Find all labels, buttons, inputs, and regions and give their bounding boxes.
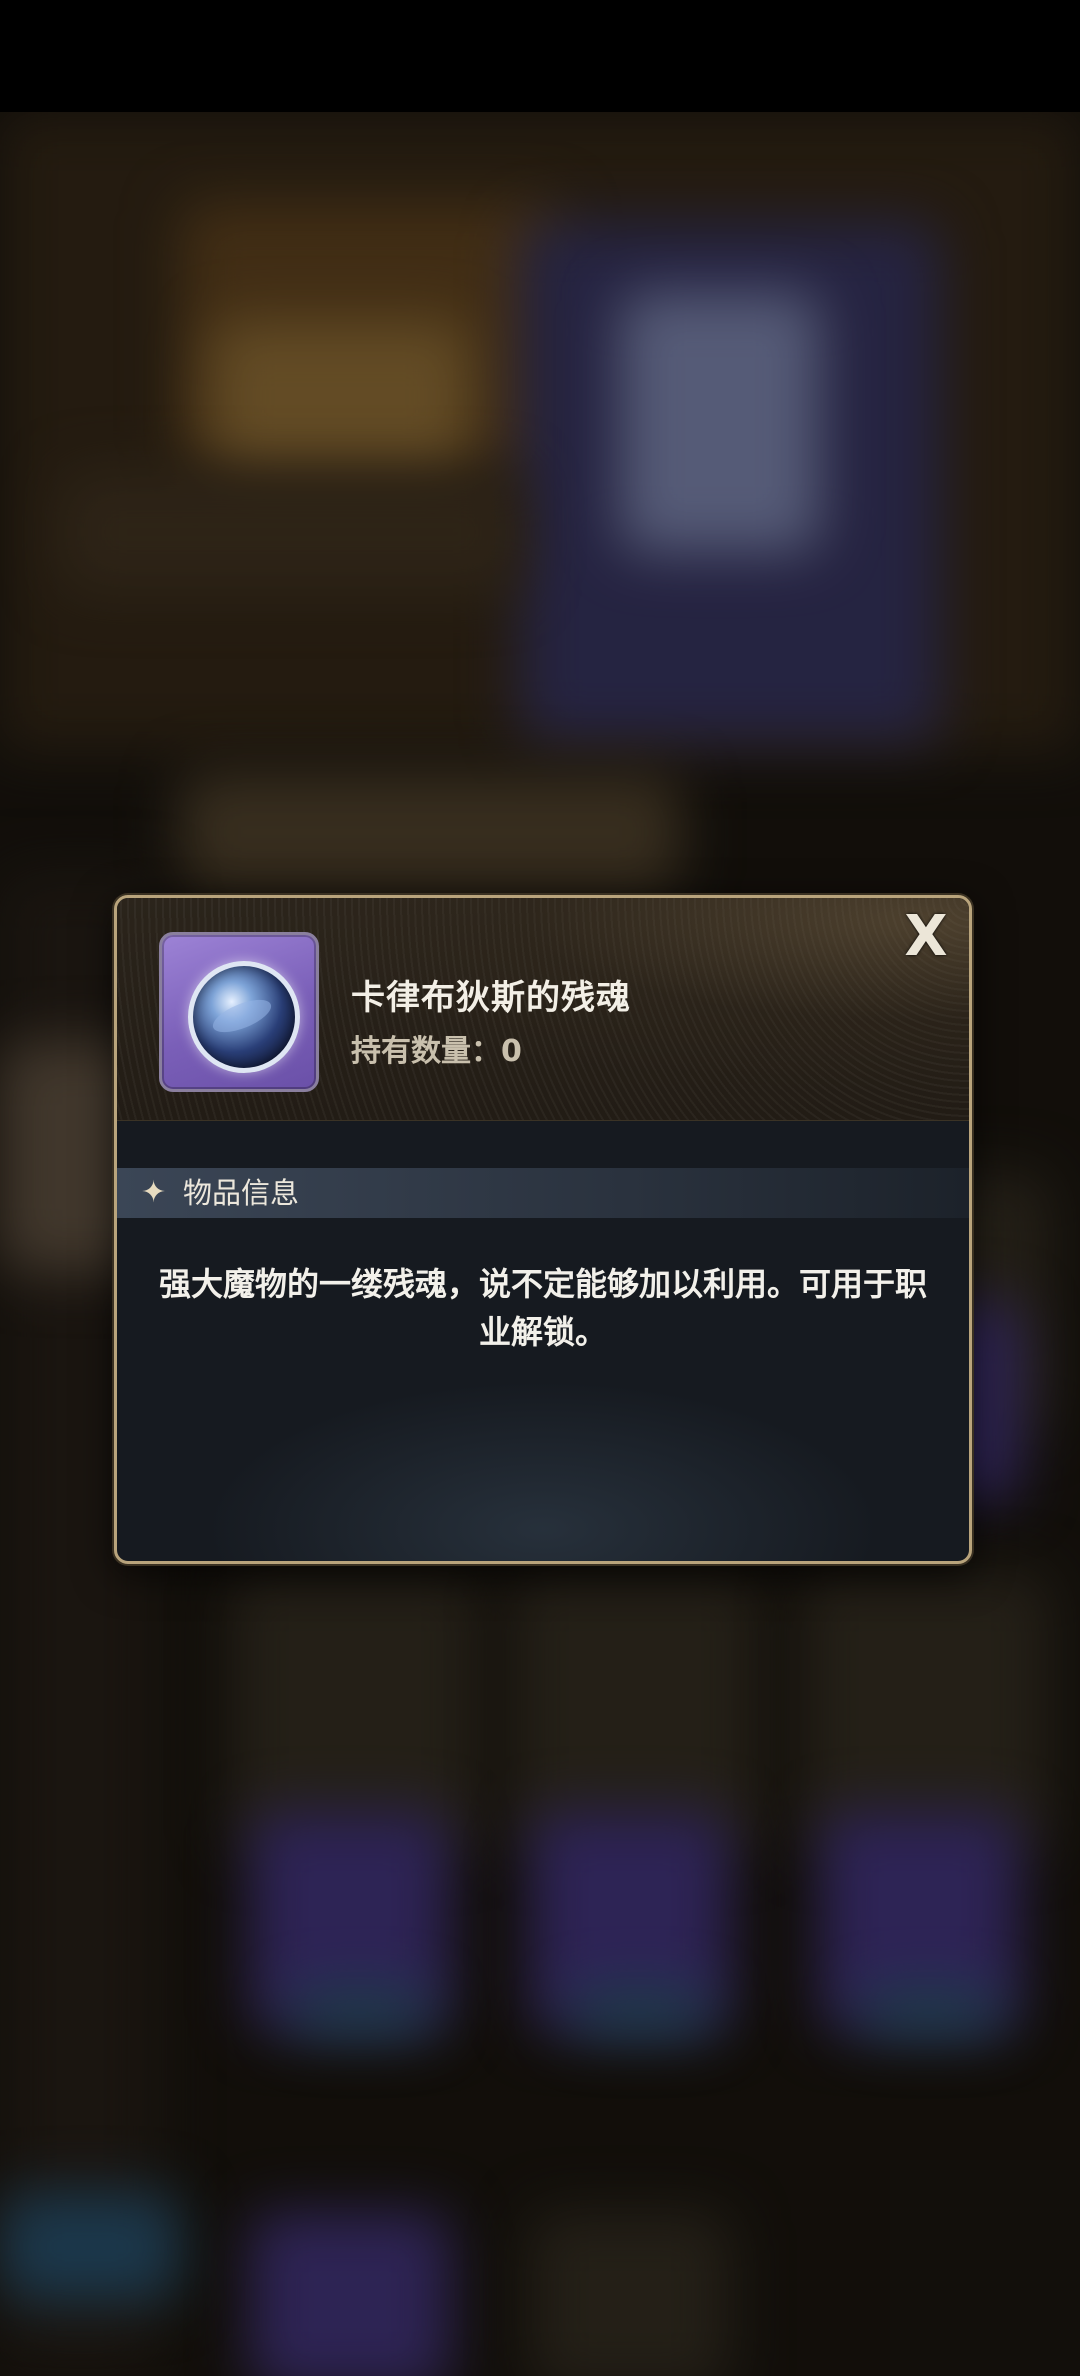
- close-icon: X: [904, 904, 948, 969]
- item-name: 卡律布狄斯的残魂: [351, 978, 631, 1018]
- item-quantity: 持有数量：0: [351, 1034, 522, 1069]
- status-bar: [0, 0, 1080, 112]
- dialog-header: 卡律布狄斯的残魂 持有数量：0 X: [117, 898, 969, 1121]
- close-button[interactable]: X: [891, 902, 961, 972]
- soul-orb-icon: [188, 961, 300, 1073]
- section-title: 物品信息: [183, 1176, 300, 1210]
- sparkle-icon: ✦: [141, 1175, 167, 1210]
- decorative-glow: [177, 1368, 909, 1561]
- section-header: ✦ 物品信息: [117, 1168, 969, 1218]
- item-icon-frame: [159, 932, 319, 1092]
- item-description: 强大魔物的一缕残魂，说不定能够加以利用。可用于职业解锁。: [158, 1265, 927, 1351]
- item-info-dialog: 卡律布狄斯的残魂 持有数量：0 X ✦ 物品信息 强大魔物的一缕残魂，说不定能够…: [114, 895, 972, 1564]
